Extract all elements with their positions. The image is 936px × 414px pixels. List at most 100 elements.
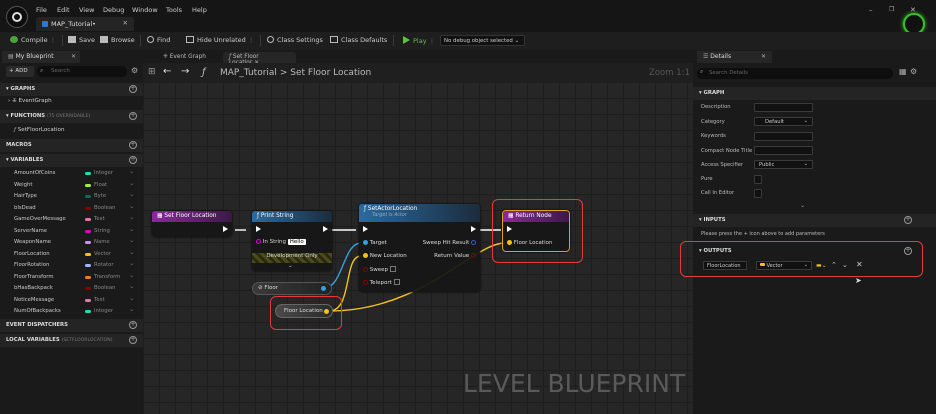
- return-value-pin[interactable]: Return Value: [434, 253, 476, 259]
- variable-row[interactable]: Weight Float ⌣: [0, 180, 143, 192]
- play-button[interactable]: Play ⋮: [403, 36, 435, 45]
- exec-in-pin[interactable]: [256, 226, 261, 233]
- add-local-variable-icon[interactable]: +: [129, 336, 137, 344]
- access-specifier-select[interactable]: Public ⌄: [754, 160, 813, 169]
- variable-row[interactable]: bHasBackpack Boolean ⌣: [0, 283, 143, 295]
- class-settings-button[interactable]: Class Settings: [267, 36, 323, 44]
- variable-visibility-icon[interactable]: ⌣: [130, 169, 134, 176]
- variable-row[interactable]: HairType Byte ⌣: [0, 191, 143, 203]
- node-floor-getter[interactable]: ⊘ Floor: [252, 282, 332, 295]
- variable-row[interactable]: ServerName String ⌣: [0, 226, 143, 238]
- variable-visibility-icon[interactable]: ⌣: [130, 238, 134, 245]
- move-down-icon[interactable]: ⌄: [842, 261, 848, 269]
- floor-output-pin[interactable]: [321, 286, 326, 292]
- outputs-header[interactable]: ▾ OUTPUTS +: [693, 245, 921, 258]
- find-button[interactable]: Find: [147, 36, 170, 44]
- node-print-string[interactable]: ƒ Print String In String Hello Developme…: [252, 211, 332, 271]
- menu-debug[interactable]: Debug: [103, 6, 124, 14]
- local-variables-section-header[interactable]: LOCAL VARIABLES (SETFLOORLOCATION) +: [0, 334, 143, 347]
- close-tab-icon[interactable]: ✕: [123, 19, 128, 27]
- menu-edit[interactable]: Edit: [57, 6, 70, 14]
- node-floor-location-getter[interactable]: Floor Location: [275, 304, 333, 318]
- variable-visibility-icon[interactable]: ⌣: [130, 204, 134, 211]
- save-button[interactable]: Save: [68, 36, 95, 44]
- variable-visibility-icon[interactable]: ⌣: [130, 273, 134, 280]
- macros-section-header[interactable]: MACROS +: [0, 139, 143, 152]
- variable-visibility-icon[interactable]: ⌣: [130, 250, 134, 257]
- function-item-setfloorlocation[interactable]: ƒ SetFloorLocation: [14, 127, 65, 133]
- teleport-pin[interactable]: Teleport: [363, 279, 400, 286]
- inputs-header[interactable]: ▾ INPUTS +: [693, 214, 936, 227]
- variable-row[interactable]: FloorTransform Transform ⌣: [0, 272, 143, 284]
- hide-unrelated-button[interactable]: Hide Unrelated ⋮: [186, 36, 254, 44]
- add-function-icon[interactable]: +: [129, 112, 137, 120]
- my-blueprint-tab[interactable]: ▤ My Blueprint ✕: [2, 51, 80, 63]
- variable-row[interactable]: NoticeMessage Text ⌣: [0, 295, 143, 307]
- details-search-input[interactable]: Search Details: [697, 68, 893, 79]
- node-entry-set-floor-location[interactable]: ▦ Set Floor Location: [152, 211, 232, 237]
- variable-row[interactable]: NumOfBackpacks Integer ⌣: [0, 306, 143, 318]
- variables-section-header[interactable]: ▾ VARIABLES +: [0, 154, 143, 167]
- event-dispatchers-section-header[interactable]: EVENT DISPATCHERS +: [0, 319, 143, 332]
- in-string-value[interactable]: Hello: [287, 239, 306, 245]
- output-name-field[interactable]: FloorLocation: [703, 261, 747, 270]
- node-set-actor-location[interactable]: ƒ SetActorLocation Target is Actor Target…: [359, 204, 480, 292]
- call-in-editor-checkbox[interactable]: [754, 189, 762, 198]
- keywords-field[interactable]: [754, 132, 813, 141]
- exec-out-pin[interactable]: [323, 226, 328, 233]
- variable-visibility-icon[interactable]: ⌣: [130, 284, 134, 291]
- variable-row[interactable]: FloorRotation Rotator ⌣: [0, 260, 143, 272]
- add-output-icon[interactable]: +: [904, 247, 912, 255]
- exec-in-pin[interactable]: [507, 226, 512, 233]
- browse-button[interactable]: Browse: [100, 36, 135, 44]
- new-location-pin[interactable]: New Location: [363, 253, 407, 259]
- details-settings-icon[interactable]: ⚙: [910, 67, 917, 76]
- variable-visibility-icon[interactable]: ⌣: [130, 307, 134, 314]
- variable-visibility-icon[interactable]: ⌣: [130, 296, 134, 303]
- sweep-pin[interactable]: Sweep: [363, 266, 396, 273]
- category-select[interactable]: Default ⌄: [754, 117, 813, 126]
- close-details-icon[interactable]: ✕: [761, 53, 766, 60]
- add-macro-icon[interactable]: +: [129, 141, 137, 149]
- add-button[interactable]: + ADD: [6, 66, 34, 77]
- add-graph-icon[interactable]: +: [129, 85, 137, 93]
- return-floor-location-pin[interactable]: Floor Location: [507, 240, 552, 246]
- blueprint-search-input[interactable]: Search: [37, 66, 127, 77]
- node-return[interactable]: ▦ Return Node Floor Location: [502, 210, 570, 252]
- advanced-chevron-icon[interactable]: ⌄: [800, 202, 805, 209]
- menu-view[interactable]: View: [79, 6, 94, 14]
- details-tab[interactable]: ☰ Details ✕: [697, 51, 772, 63]
- settings-gear-icon[interactable]: ⚙: [131, 66, 138, 75]
- remove-output-icon[interactable]: ✕: [856, 260, 863, 269]
- sweep-hit-result-pin[interactable]: Sweep Hit Result: [423, 240, 476, 246]
- target-pin[interactable]: Target: [363, 240, 387, 246]
- maximize-icon[interactable]: ❐: [889, 6, 894, 13]
- move-up-icon[interactable]: ⌃: [831, 261, 837, 269]
- variable-row[interactable]: FloorLocation Vector ⌣: [0, 249, 143, 261]
- event-graph-item[interactable]: › ⁜ EventGraph: [8, 98, 52, 104]
- exec-in-pin[interactable]: [363, 226, 368, 233]
- table-view-icon[interactable]: ▦: [899, 67, 907, 76]
- exec-out-pin[interactable]: [471, 226, 476, 233]
- variable-visibility-icon[interactable]: ⌣: [130, 261, 134, 268]
- add-variable-icon[interactable]: +: [129, 156, 137, 164]
- variable-row[interactable]: WeaponName Name ⌣: [0, 237, 143, 249]
- compact-title-field[interactable]: [754, 146, 813, 155]
- description-field[interactable]: [754, 103, 813, 112]
- variable-visibility-icon[interactable]: ⌣: [130, 215, 134, 222]
- menu-tools[interactable]: Tools: [166, 6, 182, 14]
- variable-row[interactable]: bIsDead Boolean ⌣: [0, 203, 143, 215]
- variable-row[interactable]: GameOverMessage Text ⌣: [0, 214, 143, 226]
- class-defaults-button[interactable]: Class Defaults: [330, 36, 387, 44]
- debug-object-select[interactable]: No debug object selected ⌄: [440, 35, 525, 46]
- functions-section-header[interactable]: ▾ FUNCTIONS (75 OVERRIDABLE) +: [0, 110, 143, 123]
- floor-location-output-pin[interactable]: [324, 309, 329, 315]
- compile-button[interactable]: Compile ⋮: [10, 36, 56, 44]
- pure-checkbox[interactable]: [754, 175, 762, 184]
- output-type-select[interactable]: Vector ⌄: [756, 261, 812, 270]
- variable-visibility-icon[interactable]: ⌣: [130, 227, 134, 234]
- document-tab[interactable]: MAP_Tutorial• ✕: [36, 17, 134, 31]
- graph-details-header[interactable]: ▾ GRAPH: [693, 87, 936, 100]
- in-string-pin[interactable]: In String Hello: [256, 239, 306, 245]
- container-type-icon[interactable]: ▬⌄: [816, 262, 827, 269]
